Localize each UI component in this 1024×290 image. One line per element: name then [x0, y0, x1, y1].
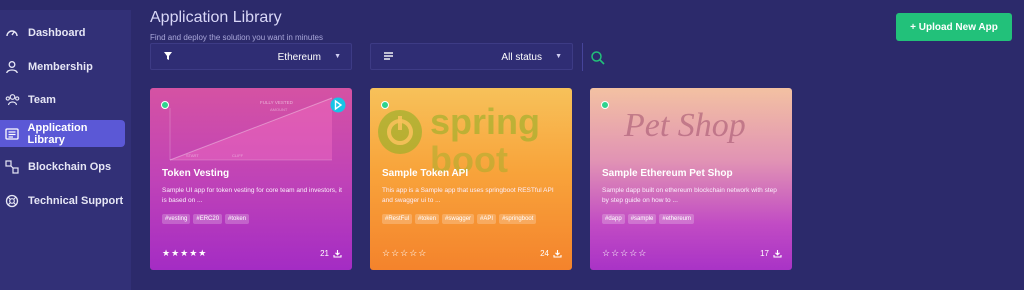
download-icon [773, 250, 782, 258]
sidebar-item-label: Dashboard [28, 26, 86, 39]
rating-stars: ☆☆☆☆☆ [382, 248, 428, 258]
status-indicator [601, 101, 609, 109]
tag[interactable]: #swagger [442, 214, 475, 224]
rating-stars: ☆☆☆☆☆ [602, 248, 648, 258]
card-description: Sample dapp built on ethereum blockchain… [602, 187, 777, 204]
card-artwork: Pet Shop [623, 107, 746, 144]
download-count-value: 17 [760, 249, 769, 258]
status-filter-value: All status [501, 52, 542, 63]
card-description: This app is a Sample app that uses sprin… [382, 187, 554, 204]
tag[interactable]: #ERC20 [193, 214, 223, 224]
tag[interactable]: #token [415, 214, 440, 224]
download-icon [553, 250, 562, 258]
download-icon [333, 250, 342, 258]
user-icon [4, 59, 20, 75]
sidebar-item-membership[interactable]: Membership [0, 53, 125, 80]
status-indicator [381, 101, 389, 109]
tag[interactable]: #ethereum [659, 214, 695, 224]
tag[interactable]: #dapp [602, 214, 625, 224]
card-title: Token Vesting [162, 168, 230, 179]
download-count: 21 [320, 249, 342, 258]
download-count-value: 24 [540, 249, 549, 258]
art-label: spring [430, 101, 540, 142]
sidebar-item-label: Membership [28, 60, 93, 73]
sidebar-item-label: Blockchain Ops [28, 160, 112, 173]
app-card-sample-ethereum-pet-shop[interactable]: Pet Shop Sample Ethereum Pet Shop Sample… [590, 88, 792, 270]
search-icon [591, 51, 605, 65]
tag-list: #RestFul #token #swagger #API #springboo… [382, 214, 537, 224]
sidebar-item-label: Application Library [27, 121, 88, 146]
card-description: Sample UI app for token vesting for core… [162, 187, 342, 204]
list-icon [383, 51, 394, 64]
app-card-token-vesting[interactable]: FULLY VESTED AMOUNT CLIFF START Token Ve… [150, 88, 352, 270]
download-count: 24 [540, 249, 562, 258]
art-label: START [186, 153, 199, 158]
page-title: Application Library [150, 9, 282, 26]
download-count: 17 [760, 249, 782, 258]
app-card-sample-token-api[interactable]: spring boot Sample Token API This app is… [370, 88, 572, 270]
sidebar-item-label: Technical Support [28, 194, 124, 207]
library-icon [4, 126, 20, 142]
rating-stars: ★★★★★ [162, 248, 208, 258]
network-filter-value: Ethereum [277, 52, 321, 63]
art-label: FULLY VESTED [260, 100, 294, 105]
chevron-down-icon: ▼ [555, 53, 562, 60]
status-filter-select[interactable]: All status ▼ [370, 43, 573, 70]
network-filter-select[interactable]: Ethereum ▼ [150, 43, 352, 70]
page-subtitle: Find and deploy the solution you want in… [150, 33, 323, 42]
tag-list: #vesting #ERC20 #token [162, 214, 250, 224]
status-indicator [161, 101, 169, 109]
sidebar: Dashboard Membership Team Application Li… [0, 10, 131, 290]
tag[interactable]: #springboot [499, 214, 537, 224]
card-title: Sample Ethereum Pet Shop [602, 168, 733, 179]
search-button[interactable] [590, 50, 606, 66]
card-title: Sample Token API [382, 168, 469, 179]
upload-new-app-button[interactable]: + Upload New App [896, 13, 1012, 41]
chevron-down-icon: ▼ [334, 53, 341, 60]
art-label: AMOUNT [270, 107, 288, 112]
divider [582, 43, 583, 71]
art-label: CLIFF [232, 153, 244, 158]
card-artwork: FULLY VESTED AMOUNT CLIFF START [169, 97, 333, 161]
sidebar-item-dashboard[interactable]: Dashboard [0, 19, 125, 46]
sidebar-item-label: Team [28, 93, 56, 106]
sidebar-item-application-library[interactable]: Application Library [0, 120, 125, 147]
tag[interactable]: #RestFul [382, 214, 413, 224]
art-label: Pet Shop [623, 107, 746, 144]
tag-list: #dapp #sample #ethereum [602, 214, 695, 224]
sidebar-item-team[interactable]: Team [0, 86, 125, 113]
team-icon [4, 92, 20, 108]
sidebar-item-blockchain-ops[interactable]: Blockchain Ops [0, 153, 125, 180]
chain-icon [4, 159, 20, 175]
download-count-value: 21 [320, 249, 329, 258]
tag[interactable]: #token [225, 214, 250, 224]
support-icon [4, 193, 20, 209]
filter-icon [163, 51, 173, 64]
sidebar-item-technical-support[interactable]: Technical Support [0, 187, 125, 214]
dashboard-icon [4, 25, 20, 41]
tag[interactable]: #API [477, 214, 497, 224]
tag[interactable]: #vesting [162, 214, 191, 224]
tag[interactable]: #sample [627, 214, 657, 224]
card-artwork: spring boot [378, 101, 540, 180]
app-logo-icon [330, 97, 346, 113]
